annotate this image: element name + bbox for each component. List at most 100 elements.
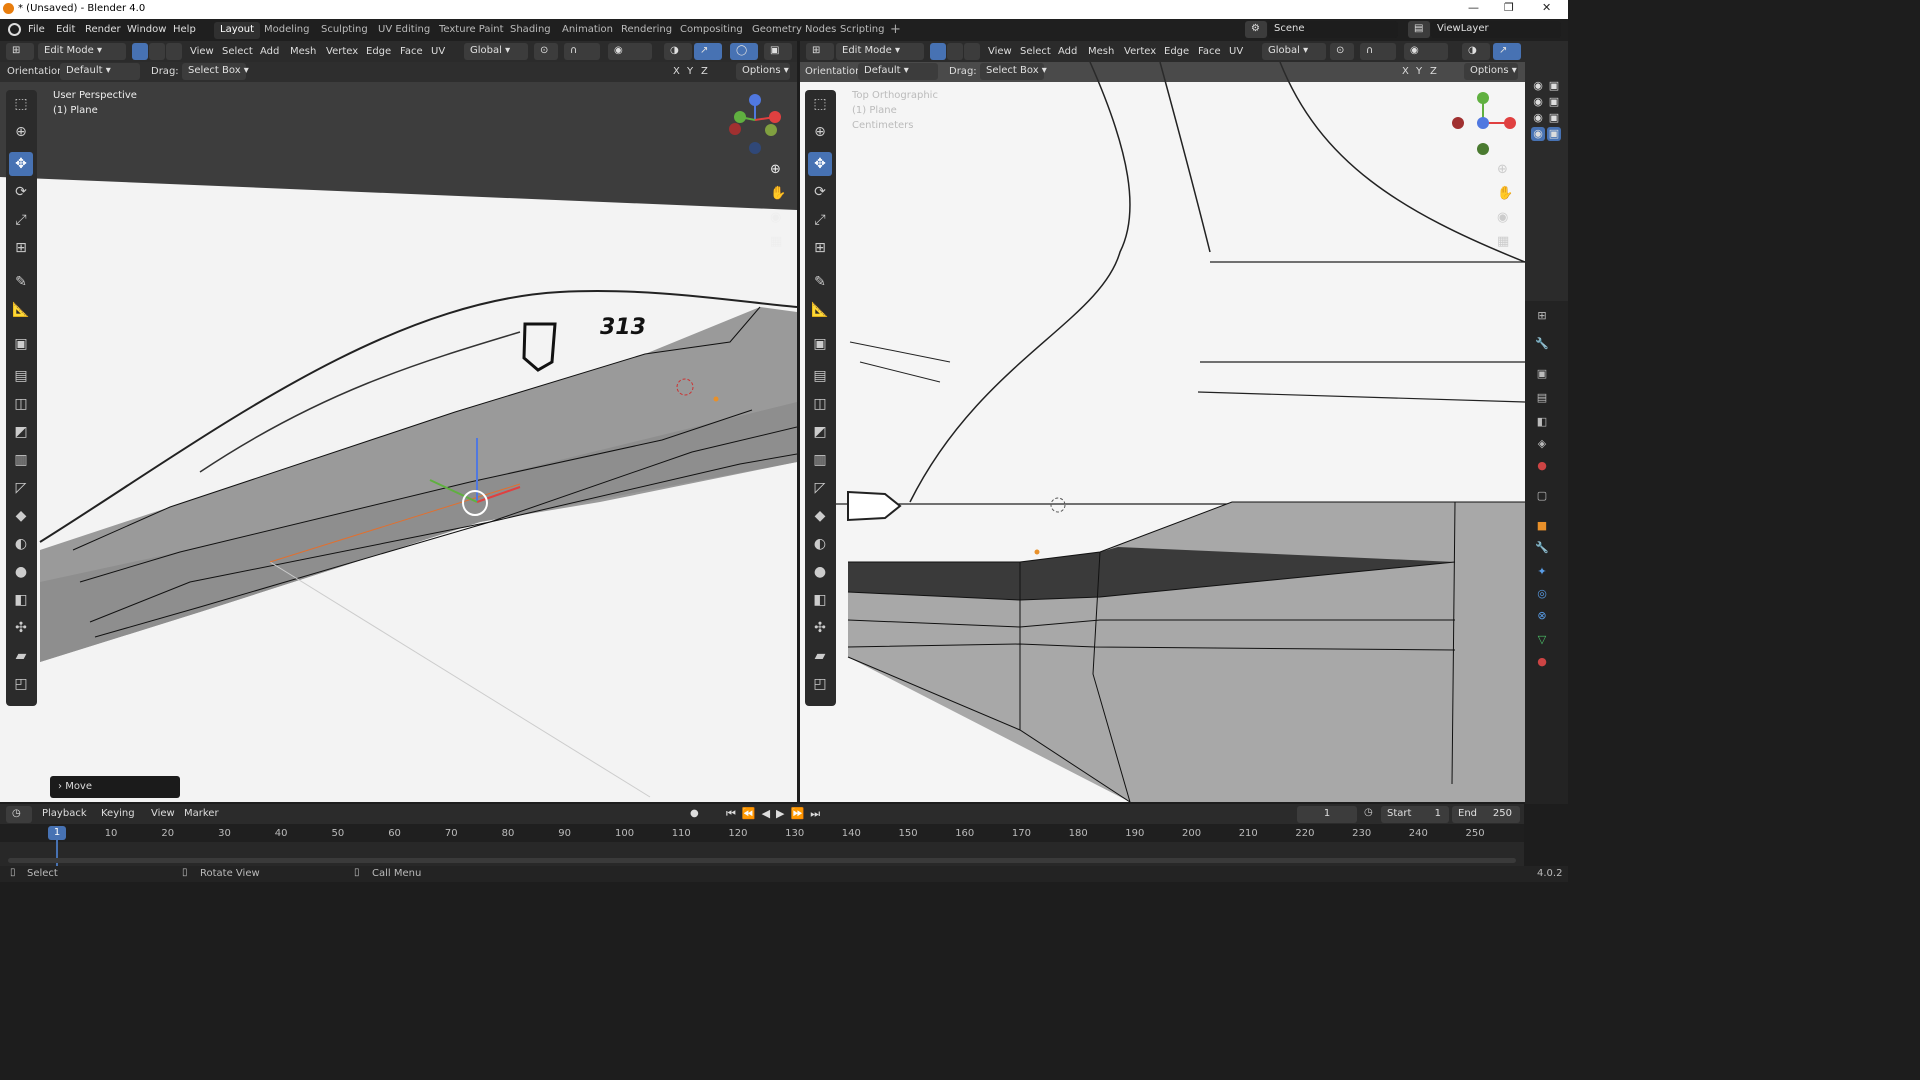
right-menu-add[interactable]: Add [1058,46,1077,57]
view-layer-name-field[interactable]: ViewLayer [1431,21,1561,38]
annotate-tool-icon[interactable]: ✎ [808,270,832,294]
spin-tool-icon[interactable]: ◐ [808,532,832,556]
right-menu-mesh[interactable]: Mesh [1088,46,1114,57]
camera-icon[interactable]: ▣ [1547,95,1561,109]
scene-selector-icon[interactable]: ⚙ [1245,21,1267,38]
right-menu-edge[interactable]: Edge [1164,46,1189,57]
left-menu-view[interactable]: View [190,46,214,57]
edge-select-icon[interactable] [947,43,963,60]
right-menu-uv[interactable]: UV [1229,46,1243,57]
scale-tool-icon[interactable]: ⤢ [808,208,832,232]
pivot-point-icon[interactable]: ⊙ [534,43,558,60]
orientation-dropdown[interactable]: Default ▾ [858,63,938,80]
output-properties-icon[interactable]: ▤ [1535,391,1549,405]
poly-build-tool-icon[interactable]: ◆ [9,504,33,528]
constraints-properties-icon[interactable]: ⊗ [1535,609,1549,623]
timeline-area[interactable]: 10 20 30 40 50 60 70 80 90 100 110 120 130 140 150 160 1… [0,824,1524,866]
shrink-tool-icon[interactable]: ✣ [808,616,832,640]
timeline-editor-icon[interactable]: ◷ [6,806,32,823]
timeline-menu-marker[interactable]: Marker [184,808,219,819]
shrink-tool-icon[interactable]: ✣ [9,616,33,640]
start-frame-field[interactable]: Start 1 [1381,806,1449,823]
camera-icon[interactable]: ▣ [1547,127,1561,141]
minimize-button[interactable]: — [1468,1,1479,14]
bevel-tool-icon[interactable]: ◩ [808,420,832,444]
eye-icon[interactable]: ◉ [1531,79,1545,93]
timeline-menu-keying[interactable]: Keying [101,808,135,819]
face-select-icon[interactable] [964,43,980,60]
pan-hand-icon[interactable]: ✋ [1497,186,1515,204]
timeline-menu-view[interactable]: View [151,808,175,819]
menu-file[interactable]: File [28,24,45,35]
left-menu-mesh[interactable]: Mesh [290,46,316,57]
right-transform-orientation[interactable]: Global ▾ [1262,43,1326,60]
mirror-z[interactable]: Z [701,66,708,77]
physics-properties-icon[interactable]: ◎ [1535,587,1549,601]
camera-icon[interactable]: ▣ [1547,79,1561,93]
extrude-tool-icon[interactable]: ▤ [9,364,33,388]
face-select-icon[interactable] [166,43,182,60]
spin-tool-icon[interactable]: ◐ [9,532,33,556]
timeline-scrollbar[interactable] [8,858,1516,863]
smooth-tool-icon[interactable]: ● [808,560,832,584]
eye-icon[interactable]: ◉ [1531,127,1545,141]
mirror-z[interactable]: Z [1430,66,1437,77]
object-properties-icon[interactable]: ■ [1535,519,1549,533]
move-tool-icon[interactable]: ✥ [808,152,832,176]
cursor-tool-icon[interactable]: ⊕ [9,120,33,144]
right-3d-viewport[interactable]: Top Orthographic (1) Plane Centimeters ⊕… [800,62,1525,802]
left-menu-vertex[interactable]: Vertex [326,46,358,57]
xray-icon[interactable]: ▣ [764,43,792,60]
properties-editor-icon[interactable]: ⊞ [1535,309,1549,323]
ortho-grid-icon[interactable]: ▦ [1497,234,1515,252]
edge-slide-tool-icon[interactable]: ◧ [9,588,33,612]
right-menu-face[interactable]: Face [1198,46,1221,57]
scene-properties-icon[interactable]: ◈ [1535,437,1549,451]
editor-type-icon[interactable]: ⊞ [806,43,834,60]
eye-icon[interactable]: ◉ [1531,95,1545,109]
knife-tool-icon[interactable]: ◸ [808,476,832,500]
visibility-icon[interactable]: ◑ [664,43,692,60]
collection-properties-icon[interactable]: ▢ [1535,489,1549,503]
clock-icon[interactable]: ◷ [1364,807,1373,818]
snap-icon[interactable]: ∩ [564,43,600,60]
modifier-properties-icon[interactable]: 🔧 [1535,541,1549,555]
ortho-grid-icon[interactable]: ▦ [770,234,788,252]
camera-view-icon[interactable]: ◉ [770,210,788,228]
gizmo-toggle-icon[interactable]: ↗ [1493,43,1521,60]
measure-tool-icon[interactable]: 📐 [808,298,832,322]
render-properties-icon[interactable]: ▣ [1535,367,1549,381]
add-workspace-icon[interactable]: + [890,22,901,37]
zoom-icon[interactable]: ⊕ [770,162,788,180]
tab-modeling[interactable]: Modeling [258,22,316,39]
transform-tool-icon[interactable]: ⊞ [9,236,33,260]
tab-animation[interactable]: Animation [556,22,619,39]
end-frame-field[interactable]: End 250 [1452,806,1520,823]
tab-scripting[interactable]: Scripting [834,22,890,39]
left-menu-add[interactable]: Add [260,46,279,57]
extrude-tool-icon[interactable]: ▤ [808,364,832,388]
snap-icon[interactable]: ∩ [1360,43,1396,60]
view-layer-icon[interactable]: ▤ [1408,21,1430,38]
left-menu-face[interactable]: Face [400,46,423,57]
tab-texture-paint[interactable]: Texture Paint [433,22,510,39]
measure-tool-icon[interactable]: 📐 [9,298,33,322]
pivot-point-icon[interactable]: ⊙ [1330,43,1354,60]
add-cube-tool-icon[interactable]: ▣ [9,332,33,356]
proportional-edit-icon[interactable]: ◉ [608,43,652,60]
camera-view-icon[interactable]: ◉ [1497,210,1515,228]
edge-slide-tool-icon[interactable]: ◧ [808,588,832,612]
menu-window[interactable]: Window [127,24,166,35]
blender-menu-icon[interactable] [8,23,21,36]
record-icon[interactable]: ● [690,808,699,819]
particles-properties-icon[interactable]: ✦ [1535,565,1549,579]
last-operator-panel[interactable]: › Move [50,776,180,798]
scene-name-field[interactable]: Scene [1268,21,1398,38]
current-frame-field[interactable]: 1 [1297,806,1357,823]
right-menu-view[interactable]: View [988,46,1012,57]
right-mode-dropdown[interactable]: Edit Mode ▾ [836,43,924,60]
timeline-menu-playback[interactable]: Playback [42,808,87,819]
inset-tool-icon[interactable]: ◫ [9,392,33,416]
annotate-tool-icon[interactable]: ✎ [9,270,33,294]
tab-sculpting[interactable]: Sculpting [315,22,374,39]
